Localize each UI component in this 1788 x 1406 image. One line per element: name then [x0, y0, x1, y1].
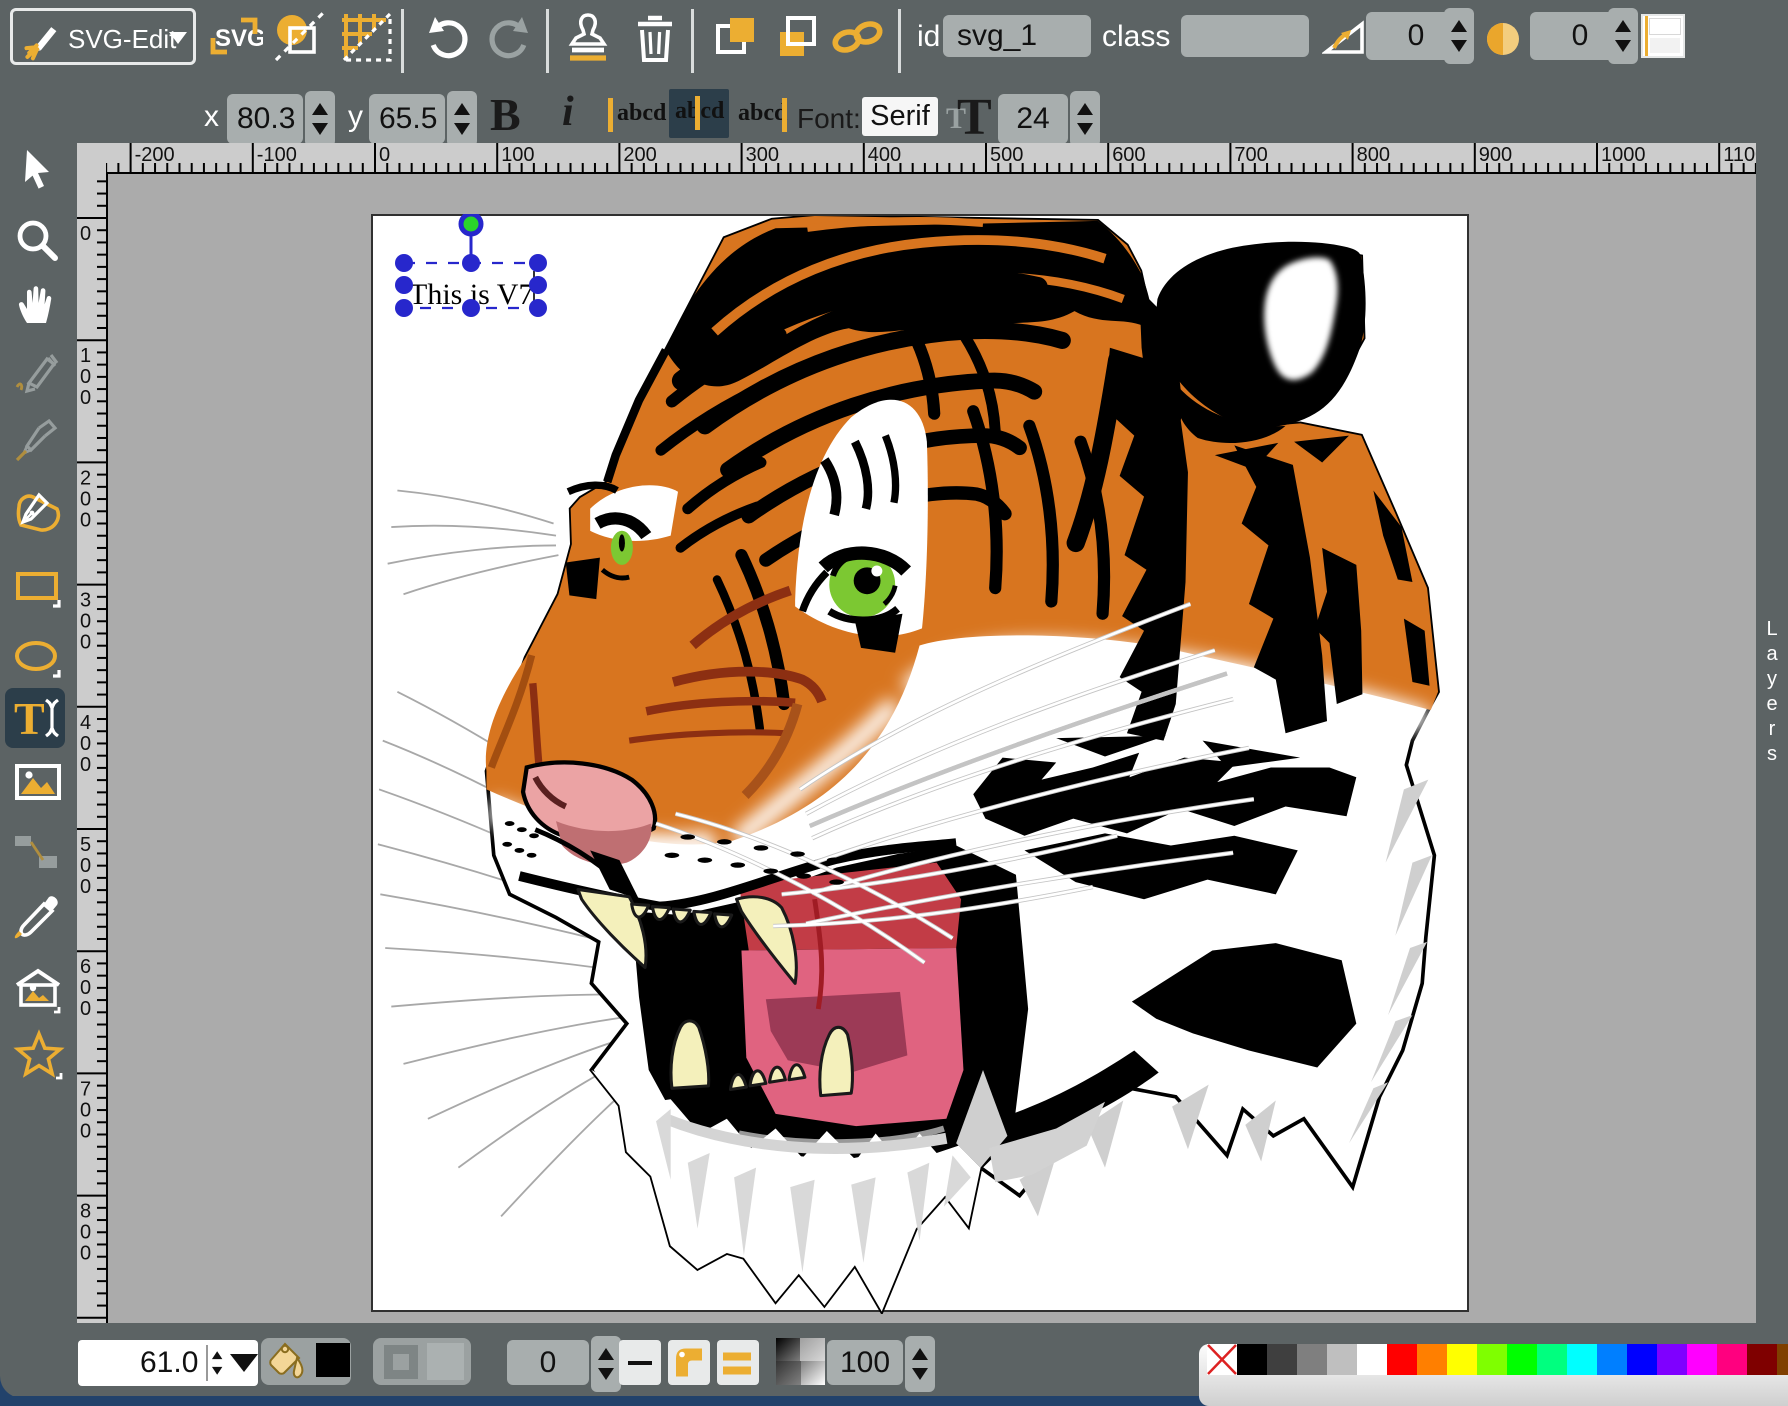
svg-text:1000: 1000: [1601, 144, 1646, 166]
svg-text:4: 4: [80, 712, 91, 734]
svg-text:0: 0: [80, 223, 91, 245]
svg-text:0: 0: [80, 855, 91, 877]
svg-text:0: 0: [80, 387, 91, 409]
svg-text:0: 0: [80, 1120, 91, 1142]
svg-text:100: 100: [501, 144, 534, 166]
svg-text:0: 0: [80, 488, 91, 510]
svg-text:500: 500: [990, 144, 1023, 166]
svg-text:0: 0: [80, 366, 91, 388]
svg-text:5: 5: [80, 834, 91, 856]
svg-text:0: 0: [80, 998, 91, 1020]
svg-text:0: 0: [80, 1099, 91, 1121]
svg-text:300: 300: [746, 144, 779, 166]
svg-text:700: 700: [1234, 144, 1267, 166]
svg-text:6: 6: [80, 956, 91, 978]
svg-text:0: 0: [80, 611, 91, 633]
svg-text:0: 0: [80, 754, 91, 776]
svg-text:0: 0: [80, 1222, 91, 1244]
svg-text:0: 0: [80, 733, 91, 755]
svg-text:1100: 1100: [1723, 144, 1758, 166]
svg-text:7: 7: [80, 1078, 91, 1100]
svg-text:0: 0: [379, 144, 390, 166]
svg-text:-200: -200: [135, 144, 175, 166]
svg-text:0: 0: [80, 1243, 91, 1265]
svg-text:8: 8: [80, 1201, 91, 1223]
svg-text:900: 900: [1479, 144, 1512, 166]
svg-text:200: 200: [623, 144, 656, 166]
svg-text:0: 0: [80, 509, 91, 531]
svg-text:800: 800: [1357, 144, 1390, 166]
svg-text:3: 3: [80, 590, 91, 612]
svg-text:1: 1: [80, 345, 91, 367]
svg-text:0: 0: [80, 632, 91, 654]
svg-text:400: 400: [868, 144, 901, 166]
svg-text:2: 2: [80, 467, 91, 489]
svg-text:0: 0: [80, 876, 91, 898]
svg-text:-100: -100: [257, 144, 297, 166]
svg-text:600: 600: [1112, 144, 1145, 166]
svg-text:0: 0: [80, 977, 91, 999]
